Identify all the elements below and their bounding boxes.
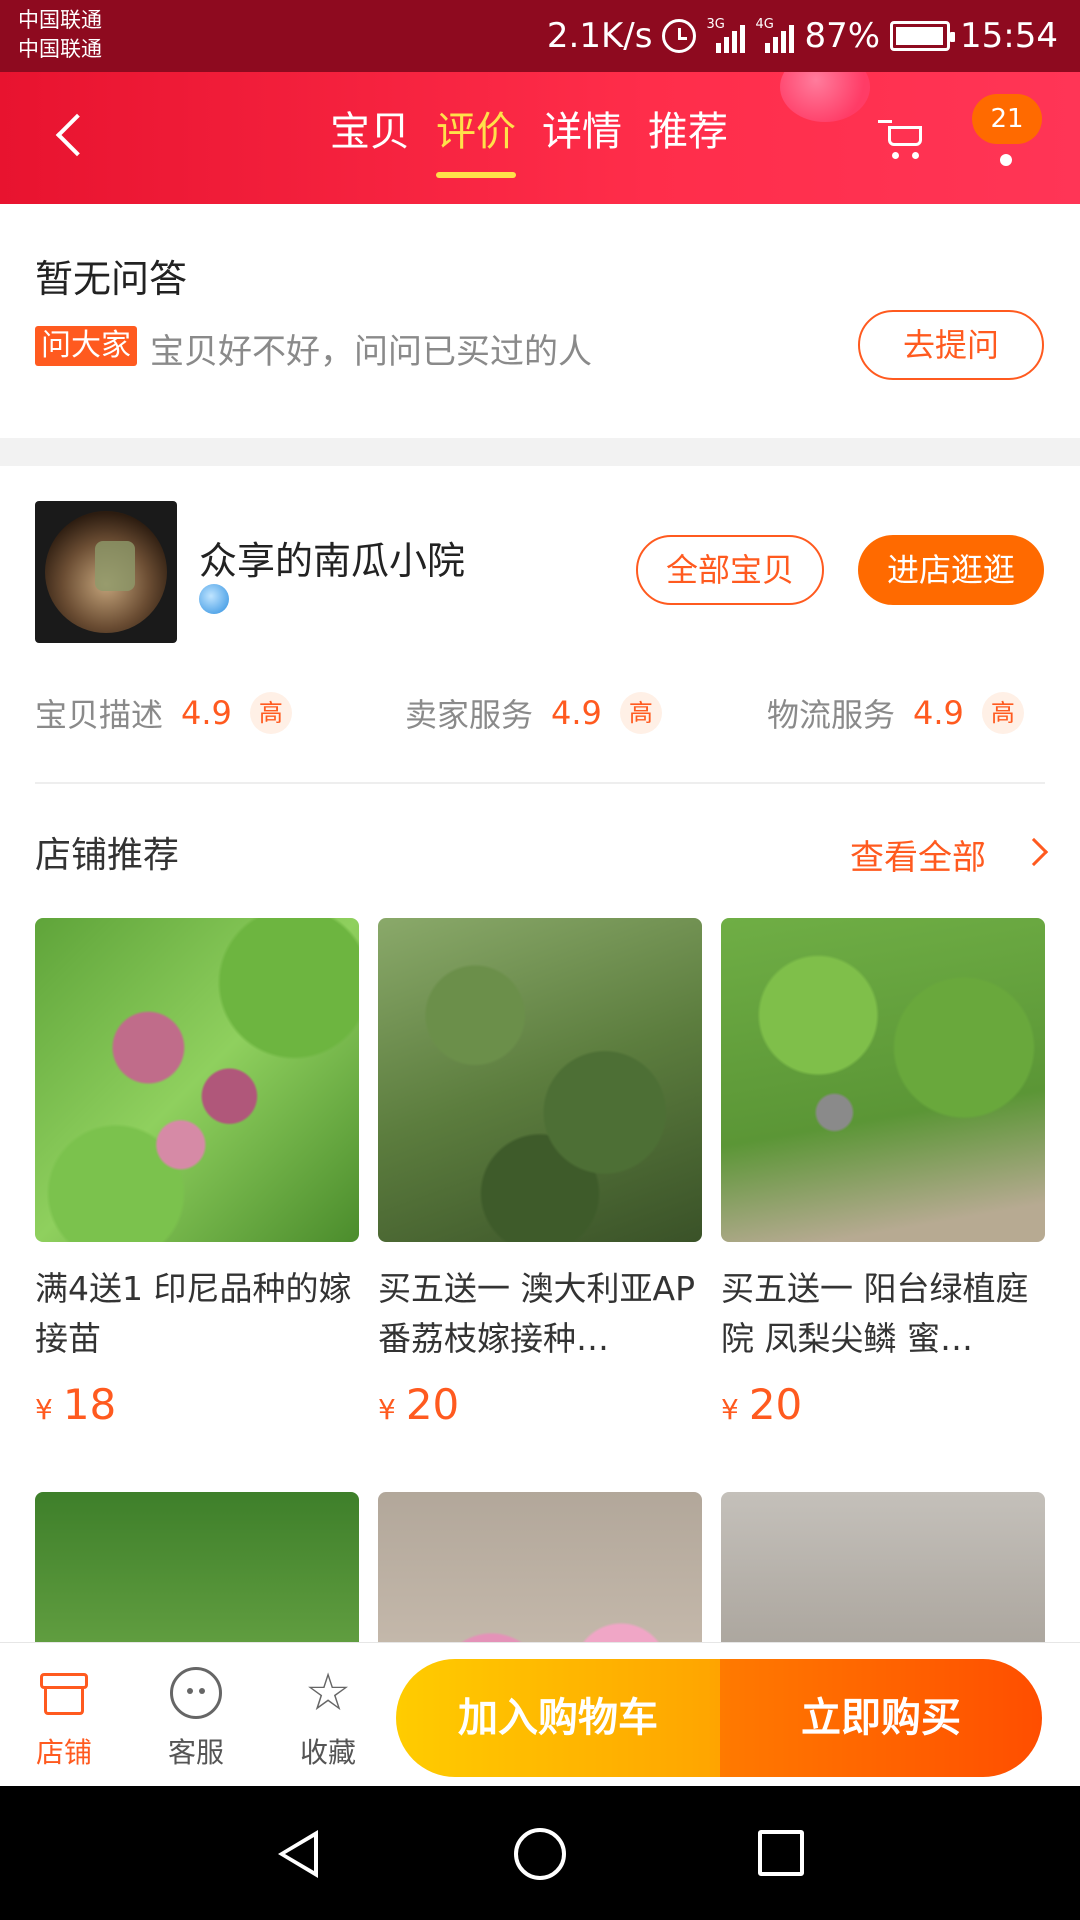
rating-value: 4.9 (913, 694, 964, 732)
shop-name[interactable]: 众享的南瓜小院 (199, 530, 465, 585)
qa-title: 暂无问答 (35, 257, 188, 301)
rating-level: 高 (249, 692, 292, 734)
price-value: 20 (405, 1380, 460, 1429)
customer-service-tab[interactable]: 客服 (136, 1643, 256, 1787)
product-name[interactable]: 买五送一 阳台绿植庭院 凤梨尖鳞 蜜… (721, 1264, 1045, 1364)
status-indicators: 2.1K/s 3G 4G 87% 15:54 (547, 10, 1058, 62)
nav-back-icon[interactable] (278, 1830, 318, 1878)
currency-symbol: ¥ (35, 1393, 53, 1426)
favorite-tab[interactable]: ☆ 收藏 (268, 1643, 388, 1787)
ask-question-button[interactable]: 去提问 (858, 310, 1044, 380)
rating-level: 高 (619, 692, 662, 734)
product-card[interactable]: 买五送一 阳台绿植庭院 凤梨尖鳞 蜜… ¥20 (721, 918, 1045, 1429)
decor-bubble (780, 72, 870, 122)
net-speed: 2.1K/s (546, 16, 653, 56)
all-items-button[interactable]: 全部宝贝 (636, 535, 824, 605)
tab-reviews[interactable]: 评价 (436, 102, 516, 178)
product-card[interactable]: 满4送1 印尼品种的嫁接苗 ¥18 (35, 918, 359, 1429)
price-value: 20 (748, 1380, 803, 1429)
rating-value: 4.9 (181, 694, 232, 732)
clock: 15:54 (960, 16, 1058, 56)
see-all-link[interactable]: 查看全部 (850, 830, 986, 879)
favorite-tab-label: 收藏 (299, 1736, 356, 1769)
signal-3g-label: 3G (706, 17, 725, 32)
carrier-1: 中国联通 (18, 8, 102, 32)
tab-items[interactable]: 宝贝 (330, 102, 410, 172)
add-to-cart-button[interactable]: 加入购物车 (396, 1659, 720, 1777)
section-tabs: 宝贝 评价 详情 推荐 (330, 102, 728, 178)
buy-now-button[interactable]: 立即购买 (720, 1659, 1042, 1777)
product-name[interactable]: 买五送一 澳大利亚AP番荔枝嫁接种… (378, 1264, 702, 1364)
currency-symbol: ¥ (378, 1393, 396, 1426)
product-image[interactable] (378, 918, 702, 1242)
star-icon: ☆ (304, 1663, 352, 1723)
rating-service: 卖家服务 4.9 高 (405, 690, 662, 736)
rating-label: 卖家服务 (405, 696, 534, 734)
crown-icon (199, 584, 229, 614)
store-icon (38, 1667, 90, 1719)
bottom-action-bar: 店铺 客服 ☆ 收藏 加入购物车 立即购买 (0, 1642, 1080, 1786)
qa-hint: 宝贝好不好，问问已买过的人 (150, 332, 592, 372)
product-price: ¥18 (35, 1380, 359, 1429)
cart-badge[interactable]: 21 (972, 94, 1042, 144)
qa-section: 暂无问答 问大家 宝贝好不好，问问已买过的人 去提问 (0, 204, 1080, 438)
divider (35, 782, 1045, 784)
tab-details[interactable]: 详情 (542, 102, 622, 172)
price-value: 18 (62, 1380, 117, 1429)
rating-logistics: 物流服务 4.9 高 (767, 690, 1024, 736)
rating-level: 高 (981, 692, 1024, 734)
nav-recent-apps-icon[interactable] (758, 1830, 804, 1876)
service-icon (170, 1667, 222, 1719)
currency-symbol: ¥ (721, 1393, 739, 1426)
shop-tab-label: 店铺 (35, 1736, 92, 1769)
tab-recommend[interactable]: 推荐 (648, 102, 728, 172)
product-price: ¥20 (378, 1380, 702, 1429)
recommend-title: 店铺推荐 (35, 835, 180, 876)
signal-4g-icon: 4G (755, 17, 795, 53)
more-icon[interactable] (1000, 154, 1012, 166)
signal-3g-icon: 3G (706, 17, 746, 53)
back-icon[interactable] (55, 113, 99, 157)
carrier-info: 中国联通 中国联通 (18, 6, 102, 64)
battery-icon (890, 21, 956, 51)
signal-4g-label: 4G (755, 17, 774, 32)
shop-avatar[interactable] (35, 501, 177, 643)
rating-label: 宝贝描述 (35, 696, 164, 734)
rating-description: 宝贝描述 4.9 高 (35, 690, 292, 736)
product-image[interactable] (35, 918, 359, 1242)
chevron-right-icon[interactable] (1019, 837, 1049, 867)
product-card[interactable]: 买五送一 澳大利亚AP番荔枝嫁接种… ¥20 (378, 918, 702, 1429)
status-bar: 中国联通 中国联通 2.1K/s 3G 4G 87% 15:54 (0, 0, 1080, 72)
service-tab-label: 客服 (167, 1736, 224, 1769)
alarm-icon (662, 19, 697, 53)
carrier-2: 中国联通 (18, 37, 102, 61)
section-divider (0, 438, 1080, 466)
cart-icon[interactable] (878, 120, 926, 159)
shop-ratings: 宝贝描述 4.9 高 卖家服务 4.9 高 物流服务 4.9 高 (35, 690, 1045, 740)
rating-value: 4.9 (551, 694, 602, 732)
ask-all-tag: 问大家 (35, 326, 137, 366)
product-image[interactable] (721, 918, 1045, 1242)
rating-label: 物流服务 (767, 696, 896, 734)
system-nav-bar (0, 1786, 1080, 1920)
battery-percent: 87% (804, 16, 881, 56)
enter-shop-button[interactable]: 进店逛逛 (858, 535, 1044, 605)
nav-home-icon[interactable] (514, 1828, 566, 1880)
shop-tab[interactable]: 店铺 (4, 1643, 124, 1787)
product-name[interactable]: 满4送1 印尼品种的嫁接苗 (35, 1264, 359, 1364)
product-price: ¥20 (721, 1380, 1045, 1429)
product-header: 宝贝 评价 详情 推荐 21 (0, 72, 1080, 204)
